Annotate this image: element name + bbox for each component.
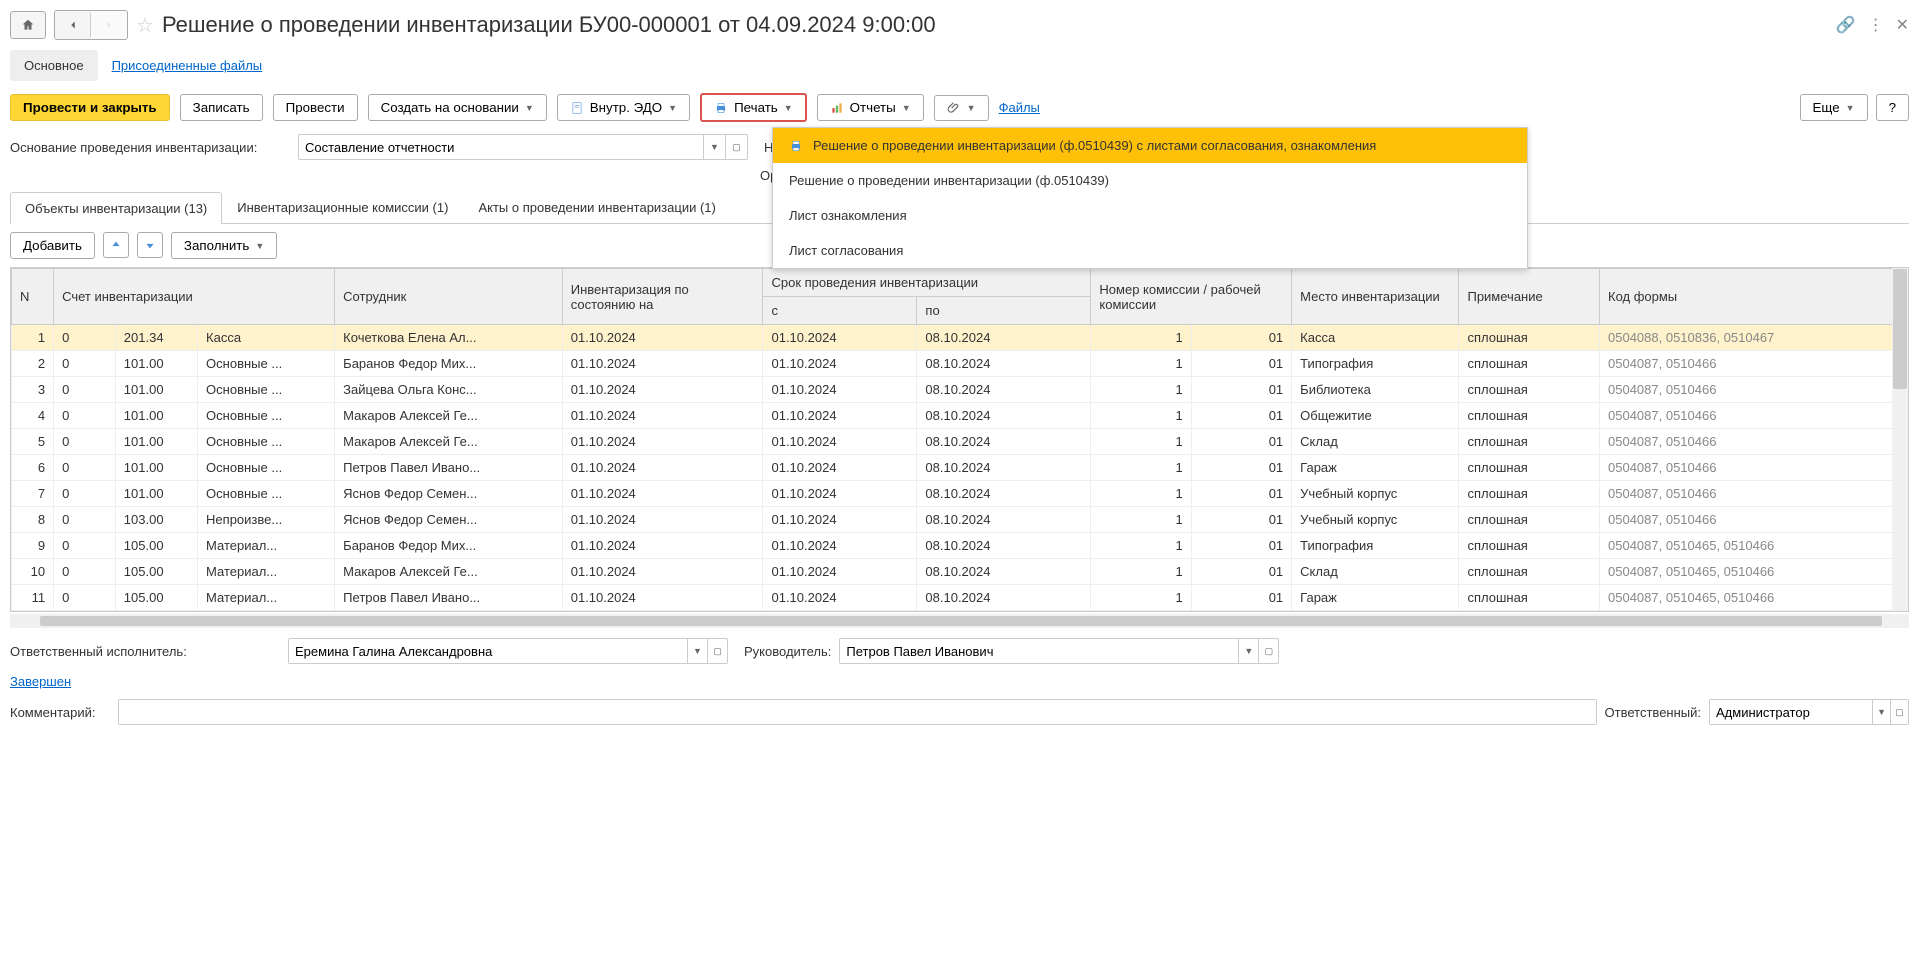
post-and-close-button[interactable]: Провести и закрыть <box>10 94 170 121</box>
dropdown-icon[interactable]: ▼ <box>1872 700 1890 724</box>
kebab-menu-icon[interactable]: ⋮ <box>1868 15 1884 35</box>
table-row[interactable]: 40101.00Основные ...Макаров Алексей Ге..… <box>12 403 1908 429</box>
responsible-input[interactable] <box>1710 700 1872 724</box>
chevron-down-icon: ▼ <box>784 103 793 113</box>
print-menu-item-2[interactable]: Решение о проведении инвентаризации (ф.0… <box>773 163 1527 198</box>
comment-input[interactable] <box>119 700 1596 724</box>
dropdown-icon[interactable]: ▼ <box>687 639 707 663</box>
tab-attached-files[interactable]: Присоединенные файлы <box>98 50 277 81</box>
reason-input[interactable] <box>299 140 703 155</box>
move-down-button[interactable] <box>137 232 163 258</box>
col-note[interactable]: Примечание <box>1459 269 1600 325</box>
col-commission[interactable]: Номер комиссии / рабочей комиссии <box>1091 269 1292 325</box>
col-n[interactable]: N <box>12 269 54 325</box>
vertical-scrollbar[interactable] <box>1892 268 1908 611</box>
col-account[interactable]: Счет инвентаризации <box>54 269 335 325</box>
table-row[interactable]: 100105.00Материал...Макаров Алексей Ге..… <box>12 559 1908 585</box>
comment-label: Комментарий: <box>10 705 110 720</box>
arrow-down-icon <box>143 238 157 252</box>
col-employee[interactable]: Сотрудник <box>335 269 563 325</box>
favorite-star-icon[interactable]: ☆ <box>136 13 154 38</box>
table-row[interactable]: 80103.00Непроизве...Яснов Федор Семен...… <box>12 507 1908 533</box>
col-period[interactable]: Срок проведения инвентаризации <box>763 269 1091 297</box>
tab-acts[interactable]: Акты о проведении инвентаризации (1) <box>463 191 730 223</box>
chevron-down-icon: ▼ <box>668 103 677 113</box>
table-row[interactable]: 60101.00Основные ...Петров Павел Ивано..… <box>12 455 1908 481</box>
chevron-down-icon: ▼ <box>967 103 976 113</box>
open-icon[interactable]: ▢ <box>1258 639 1278 663</box>
head-label: Руководитель: <box>744 644 831 659</box>
responsible-label: Ответственный: <box>1605 705 1701 720</box>
table-row[interactable]: 110105.00Материал...Петров Павел Ивано..… <box>12 585 1908 611</box>
chevron-down-icon: ▼ <box>525 103 534 113</box>
close-icon[interactable]: ✕ <box>1896 15 1909 35</box>
table-row[interactable]: 20101.00Основные ...Баранов Федор Мих...… <box>12 351 1908 377</box>
table-row[interactable]: 10201.34КассаКочеткова Елена Ал...01.10.… <box>12 325 1908 351</box>
print-menu-item-4[interactable]: Лист согласования <box>773 233 1527 268</box>
tab-commissions[interactable]: Инвентаризационные комиссии (1) <box>222 191 463 223</box>
home-button[interactable] <box>10 11 46 39</box>
printer-icon <box>714 101 728 115</box>
head-input[interactable] <box>840 639 1238 663</box>
print-menu-item-1[interactable]: Решение о проведении инвентаризации (ф.0… <box>773 128 1527 163</box>
table-row[interactable]: 30101.00Основные ...Зайцева Ольга Конс..… <box>12 377 1908 403</box>
arrow-left-icon <box>66 18 80 32</box>
print-dropdown-menu: Решение о проведении инвентаризации (ф.0… <box>772 127 1528 269</box>
attach-button[interactable]: ▼ <box>934 95 989 121</box>
add-button[interactable]: Добавить <box>10 232 95 259</box>
reports-button[interactable]: Отчеты▼ <box>817 94 924 121</box>
files-link[interactable]: Файлы <box>999 100 1040 115</box>
col-from[interactable]: с <box>763 297 917 325</box>
print-button[interactable]: Печать▼ <box>700 93 807 122</box>
col-to[interactable]: по <box>917 297 1091 325</box>
horizontal-scrollbar[interactable] <box>10 614 1909 628</box>
internal-edo-button[interactable]: Внутр. ЭДО▼ <box>557 94 690 121</box>
forward-button[interactable] <box>91 11 127 39</box>
print-menu-item-3[interactable]: Лист ознакомления <box>773 198 1527 233</box>
chart-icon <box>830 101 844 115</box>
move-up-button[interactable] <box>103 232 129 258</box>
reason-input-wrap: ▼ ▢ <box>298 134 748 160</box>
printer-icon <box>789 139 803 153</box>
fill-button[interactable]: Заполнить▼ <box>171 232 277 259</box>
tab-objects[interactable]: Объекты инвентаризации (13) <box>10 192 222 224</box>
back-button[interactable] <box>55 11 91 39</box>
col-asof[interactable]: Инвентаризация по состоянию на <box>562 269 763 325</box>
col-formcode[interactable]: Код формы <box>1600 269 1908 325</box>
open-icon[interactable]: ▢ <box>1890 700 1908 724</box>
objects-table: N Счет инвентаризации Сотрудник Инвентар… <box>10 267 1909 612</box>
more-button[interactable]: Еще▼ <box>1800 94 1868 121</box>
dropdown-icon[interactable]: ▼ <box>1238 639 1258 663</box>
arrow-up-icon <box>109 238 123 252</box>
resp-exec-label: Ответственный исполнитель: <box>10 644 280 659</box>
chevron-down-icon: ▼ <box>902 103 911 113</box>
table-row[interactable]: 50101.00Основные ...Макаров Алексей Ге..… <box>12 429 1908 455</box>
open-icon[interactable]: ▢ <box>725 135 747 159</box>
arrow-right-icon <box>102 18 116 32</box>
paperclip-icon <box>947 101 961 115</box>
chevron-down-icon: ▼ <box>1846 103 1855 113</box>
save-button[interactable]: Записать <box>180 94 263 121</box>
chevron-down-icon: ▼ <box>255 241 264 251</box>
col-place[interactable]: Место инвентаризации <box>1292 269 1459 325</box>
open-icon[interactable]: ▢ <box>707 639 727 663</box>
page-title: Решение о проведении инвентаризации БУ00… <box>162 12 936 38</box>
help-button[interactable]: ? <box>1876 94 1909 121</box>
tab-main[interactable]: Основное <box>10 50 98 81</box>
table-row[interactable]: 90105.00Материал...Баранов Федор Мих...0… <box>12 533 1908 559</box>
reason-label: Основание проведения инвентаризации: <box>10 140 290 155</box>
post-button[interactable]: Провести <box>273 94 358 121</box>
create-based-button[interactable]: Создать на основании▼ <box>368 94 547 121</box>
document-icon <box>570 101 584 115</box>
link-icon[interactable]: 🔗 <box>1836 15 1856 35</box>
table-row[interactable]: 70101.00Основные ...Яснов Федор Семен...… <box>12 481 1908 507</box>
resp-exec-input[interactable] <box>289 639 687 663</box>
completed-link[interactable]: Завершен <box>10 674 71 689</box>
home-icon <box>21 18 35 32</box>
dropdown-icon[interactable]: ▼ <box>703 135 725 159</box>
